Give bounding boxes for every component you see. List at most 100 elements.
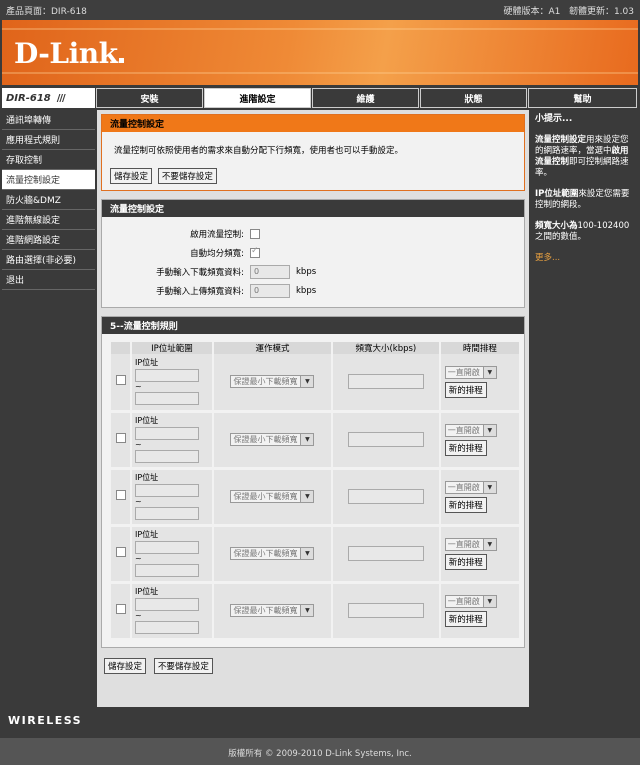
chevron-down-icon: ▼: [482, 595, 496, 607]
new-schedule-button[interactable]: 新的排程: [444, 610, 487, 627]
ip-start-input[interactable]: [135, 598, 199, 611]
range-separator: ~: [135, 554, 142, 563]
rule-enable-checkbox[interactable]: [115, 604, 126, 614]
rules-table: IP位址範圍 運作模式 頻寬大小(kbps) 時間排程 IP位址 ~ 保證最小下…: [111, 342, 522, 641]
tab-status[interactable]: 狀態: [420, 88, 527, 108]
chevron-down-icon: ▼: [300, 548, 314, 559]
mode-select[interactable]: 保證最小下載頻寬 ▼: [230, 604, 315, 617]
chevron-down-icon: ▼: [482, 481, 496, 493]
chevron-down-icon: ▼: [300, 491, 314, 502]
rule-enable-checkbox[interactable]: [115, 433, 126, 443]
download-unit: kbps: [296, 266, 317, 277]
sidebar-item-advanced-network[interactable]: 進階網路設定: [2, 230, 95, 250]
rules-title: 5--流量控制規則: [102, 317, 524, 334]
bandwidth-input[interactable]: [347, 546, 424, 561]
sidebar-item-application-rules[interactable]: 應用程式規則: [2, 130, 95, 150]
more-link[interactable]: 更多...: [535, 253, 631, 264]
sidebar-item-firewall-dmz[interactable]: 防火牆&DMZ: [2, 190, 95, 210]
new-schedule-button[interactable]: 新的排程: [444, 496, 487, 513]
schedule-select[interactable]: 一直開啟 ▼: [444, 594, 497, 608]
enable-traffic-control-checkbox[interactable]: [250, 228, 260, 239]
mode-select[interactable]: 保證最小下載頻寬 ▼: [230, 375, 315, 389]
copyright: 版權所有 © 2009-2010 D-Link Systems, Inc.: [0, 738, 640, 765]
footer-bar: WIRELESS: [2, 709, 638, 731]
rule-enable-checkbox[interactable]: [115, 490, 126, 500]
upload-bandwidth-input[interactable]: 0: [250, 283, 290, 298]
tab-help[interactable]: 幫助: [528, 88, 637, 108]
sidebar-item-logout[interactable]: 退出: [2, 270, 95, 290]
mode-select[interactable]: 保證最小下載頻寬 ▼: [230, 490, 315, 503]
tips-panel: 小提示... 流量控制設定用來設定您的網路速率，當選中啟用流量控制即可控制網路速…: [531, 110, 635, 707]
ip-end-input[interactable]: [135, 392, 199, 406]
main-nav: DIR-618/// 安裝 進階設定 維護 狀態 幫助: [2, 88, 638, 108]
tab-maintenance[interactable]: 維護: [312, 88, 419, 108]
dont-save-button[interactable]: 不要儲存設定: [157, 168, 217, 184]
ip-start-input[interactable]: [135, 484, 199, 497]
dont-save-button-bottom[interactable]: 不要儲存設定: [153, 657, 213, 674]
ip-start-input[interactable]: [135, 541, 199, 554]
range-separator: ~: [135, 497, 142, 506]
auto-bandwidth-checkbox[interactable]: [250, 246, 260, 258]
ip-start-input[interactable]: [135, 369, 199, 383]
new-schedule-button[interactable]: 新的排程: [444, 381, 487, 398]
chevron-down-icon: ▼: [300, 434, 314, 445]
header-banner: D-Link: [2, 20, 638, 85]
mode-select[interactable]: 保證最小下載頻寬 ▼: [230, 433, 315, 446]
main-content: 流量控制設定 流量控制可依照使用者的需求來自動分配下行頻寬，使用者也可以手動設定…: [97, 110, 529, 707]
col-bandwidth: 頻寬大小(kbps): [331, 342, 441, 354]
ip-address-label: IP位址: [135, 530, 159, 539]
schedule-select[interactable]: 一直開啟 ▼: [444, 365, 497, 379]
traffic-settings-panel: 流量控制設定 啟用流量控制: 自動均分頻寬: 手動輸入下載頻寬資料: 0 kbp…: [101, 199, 525, 308]
tab-setup[interactable]: 安裝: [96, 88, 203, 108]
ip-address-label: IP位址: [135, 473, 159, 482]
tab-advanced[interactable]: 進階設定: [204, 88, 311, 108]
tip-2: IP位址範圍來設定您需要控制的網段。: [535, 189, 630, 210]
sidebar-item-access-control[interactable]: 存取控制: [2, 150, 95, 170]
sidebar-item-routing[interactable]: 路由選擇(非必要): [2, 250, 95, 270]
rule-enable-checkbox[interactable]: [115, 547, 126, 557]
bandwidth-input[interactable]: [347, 489, 424, 504]
range-separator: ~: [135, 382, 142, 392]
ip-address-label: IP位址: [135, 358, 159, 368]
traffic-settings-title: 流量控制設定: [102, 200, 524, 217]
dlink-logo: D-Link: [14, 37, 124, 70]
schedule-select[interactable]: 一直開啟 ▼: [444, 423, 497, 437]
chevron-down-icon: ▼: [482, 366, 496, 378]
ip-end-input[interactable]: [135, 507, 199, 520]
save-button-bottom[interactable]: 儲存設定: [104, 657, 147, 674]
sidebar-item-port-forwarding[interactable]: 通訊埠轉傳: [2, 110, 95, 130]
model-label: DIR-618///: [2, 88, 95, 108]
col-mode: 運作模式: [213, 342, 333, 354]
download-bandwidth-input[interactable]: 0: [250, 264, 290, 279]
bandwidth-input[interactable]: [347, 603, 424, 618]
rule-row: IP位址 ~ 保證最小下載頻寬 ▼ 一直開啟 ▼ 新的排程: [111, 525, 522, 584]
col-ip-range: IP位址範圍: [131, 342, 214, 354]
mode-select[interactable]: 保證最小下載頻寬 ▼: [230, 547, 315, 560]
sidebar: 通訊埠轉傳 應用程式規則 存取控制 流量控制設定 防火牆&DMZ 進階無線設定 …: [2, 110, 95, 707]
rule-row: IP位址 ~ 保證最小下載頻寬 ▼ 一直開啟 ▼ 新的排程: [111, 468, 522, 527]
schedule-select[interactable]: 一直開啟 ▼: [444, 480, 497, 494]
ip-end-input[interactable]: [135, 621, 199, 634]
range-separator: ~: [135, 611, 142, 620]
wireless-logo: WIRELESS: [8, 713, 83, 727]
new-schedule-button[interactable]: 新的排程: [444, 553, 487, 570]
ip-end-input[interactable]: [135, 564, 199, 577]
ip-start-input[interactable]: [135, 427, 199, 440]
chevron-down-icon: ▼: [482, 424, 496, 436]
ip-end-input[interactable]: [135, 450, 199, 463]
sidebar-item-traffic-control[interactable]: 流量控制設定: [2, 170, 95, 190]
rule-row: IP位址 ~ 保證最小下載頻寬 ▼ 一直開啟 ▼ 新的排程: [111, 411, 522, 470]
rule-enable-checkbox[interactable]: [115, 375, 126, 386]
ip-address-label: IP位址: [135, 587, 159, 596]
tip-3: 頻寬大小為100-102400之間的數值。: [535, 221, 630, 242]
bandwidth-input[interactable]: [347, 432, 424, 447]
sidebar-item-advanced-wireless[interactable]: 進階無線設定: [2, 210, 95, 230]
range-separator: ~: [135, 440, 142, 449]
new-schedule-button[interactable]: 新的排程: [444, 439, 487, 456]
bandwidth-input[interactable]: [347, 374, 424, 390]
save-button[interactable]: 儲存設定: [110, 168, 153, 184]
intro-title: 流量控制設定: [102, 115, 524, 132]
intro-panel: 流量控制設定 流量控制可依照使用者的需求來自動分配下行頻寬，使用者也可以手動設定…: [101, 114, 525, 191]
schedule-select[interactable]: 一直開啟 ▼: [444, 537, 497, 551]
upload-unit: kbps: [296, 285, 317, 296]
